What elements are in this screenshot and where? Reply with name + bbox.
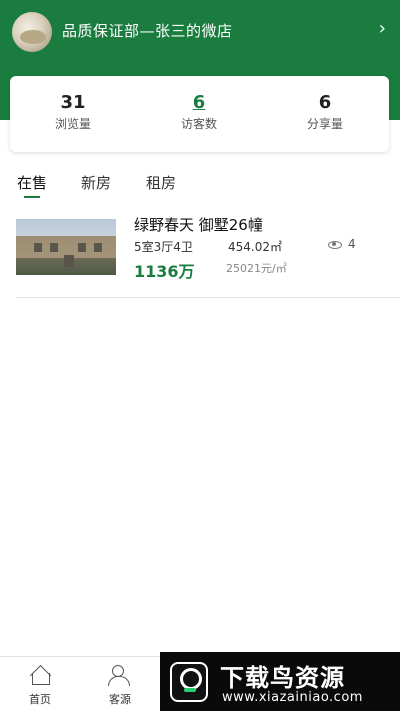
shop-avatar — [12, 12, 52, 52]
list-item[interactable]: 绿野春天 御墅26幢 5室3厅4卫 454.02㎡ 4 1136万 25021元… — [0, 212, 400, 298]
stat-label: 分享量 — [306, 117, 343, 131]
nav-customers-label: 客源 — [109, 693, 131, 706]
stat-value: 6 — [318, 92, 332, 113]
watermark: 下载鸟资源 www.xiazainiao.com — [160, 652, 400, 711]
listing-area: 454.02㎡ — [228, 240, 282, 254]
tab-new-homes[interactable]: 新房 — [81, 172, 111, 193]
views-count: 4 — [348, 237, 356, 251]
stat-value: 31 — [60, 92, 86, 113]
active-tab-indicator — [24, 196, 40, 198]
chevron-right-icon[interactable]: › — [379, 18, 386, 39]
watermark-title: 下载鸟资源 — [220, 664, 345, 692]
listing-views: 4 — [328, 237, 356, 251]
tab-on-sale[interactable]: 在售 — [17, 172, 47, 193]
shop-name: 品质保证部—张三的微店 — [62, 22, 233, 40]
users-icon — [108, 665, 132, 686]
watermark-url: www.xiazainiao.com — [222, 690, 363, 705]
listing-unit-price: 25021元/㎡ — [226, 262, 287, 275]
listing-layout: 5室3厅4卫 — [134, 240, 193, 254]
stat-shares[interactable]: 6 分享量 — [262, 92, 388, 132]
listing-price: 1136万 — [134, 262, 195, 281]
stat-label: 访客数 — [180, 117, 217, 131]
watermark-logo — [170, 662, 208, 702]
stat-visitors[interactable]: 6 访客数 — [136, 92, 262, 132]
divider — [16, 297, 400, 298]
listing-tabs: 在售 新房 租房 — [0, 170, 400, 198]
nav-home-label: 首页 — [29, 693, 51, 706]
eye-icon — [328, 240, 342, 249]
home-icon — [28, 665, 52, 685]
nav-home[interactable]: 首页 — [10, 665, 70, 707]
stats-card: 31 浏览量 6 访客数 6 分享量 — [10, 76, 389, 152]
tab-rentals[interactable]: 租房 — [146, 172, 176, 193]
stat-views[interactable]: 31 浏览量 — [10, 92, 136, 132]
stat-value: 6 — [192, 92, 206, 113]
nav-customers[interactable]: 客源 — [90, 665, 150, 707]
stat-label: 浏览量 — [54, 117, 91, 131]
listing-title: 绿野春天 御墅26幢 — [134, 216, 263, 234]
listing-photo — [16, 219, 116, 275]
